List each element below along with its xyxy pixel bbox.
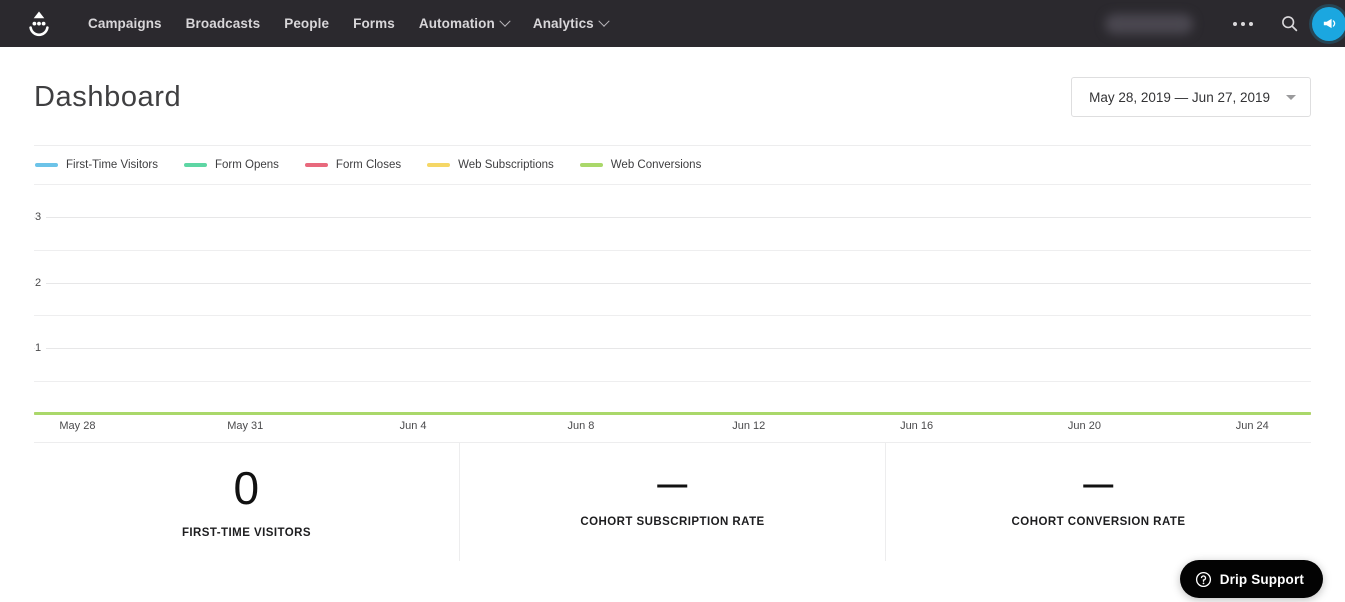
ellipsis-icon xyxy=(1249,21,1253,26)
chevron-down-icon xyxy=(1286,94,1296,100)
legend-item-web-conversions[interactable]: Web Conversions xyxy=(579,159,702,171)
legend-label: First-Time Visitors xyxy=(66,159,158,171)
stat-card-cohort-subscription-rate: — COHORT SUBSCRIPTION RATE xyxy=(460,443,886,561)
megaphone-icon xyxy=(1323,18,1335,29)
legend-swatch-icon xyxy=(579,163,603,167)
nav-label-analytics: Analytics xyxy=(532,16,594,31)
question-circle-icon xyxy=(1195,571,1211,587)
chart-y-tick-label: 3 xyxy=(35,210,47,223)
drip-support-button[interactable]: Drip Support xyxy=(1179,560,1323,598)
date-range-picker[interactable]: May 28, 2019 — Jun 27, 2019 xyxy=(1071,77,1311,117)
analytics-chart-card: First-Time Visitors Form Opens Form Closes… xyxy=(34,145,1311,443)
nav-label-people: People xyxy=(284,16,330,31)
chart-x-tick-label: Jun 20 xyxy=(1067,420,1101,432)
chart-x-tick-label: Jun 8 xyxy=(567,420,595,432)
search-button[interactable] xyxy=(1267,15,1312,32)
more-options-button[interactable] xyxy=(1219,21,1267,26)
stat-label: COHORT SUBSCRIPTION RATE xyxy=(580,516,765,528)
chart-y-tick-label: 2 xyxy=(35,276,47,289)
legend-swatch-icon xyxy=(184,163,207,167)
legend-swatch-icon xyxy=(35,163,58,167)
drip-support-label: Drip Support xyxy=(1219,571,1304,587)
legend-label: Web Conversions xyxy=(610,159,702,171)
page-header: Dashboard May 28, 2019 — Jun 27, 2019 xyxy=(0,47,1345,125)
account-name-redacted[interactable] xyxy=(1105,13,1193,34)
nav-label-broadcasts: Broadcasts xyxy=(185,16,261,31)
nav-label-automation: Automation xyxy=(418,16,495,31)
ellipsis-icon xyxy=(1233,21,1237,26)
chart-gridline xyxy=(34,216,1311,218)
legend-swatch-icon xyxy=(304,163,328,167)
chart-gridline xyxy=(34,381,1311,383)
legend-item-form-opens[interactable]: Form Opens xyxy=(184,159,279,171)
nav-item-broadcasts[interactable]: Broadcasts xyxy=(174,0,273,47)
chart-y-tick-label: 1 xyxy=(35,342,47,355)
chart-x-tick-label: Jun 12 xyxy=(732,420,766,432)
nav-item-campaigns[interactable]: Campaigns xyxy=(76,0,174,47)
stat-card-cohort-conversion-rate: — COHORT CONVERSION RATE xyxy=(886,443,1311,561)
legend-label: Form Closes xyxy=(335,159,402,171)
nav-item-forms[interactable]: Forms xyxy=(341,0,407,47)
legend-label: Form Opens xyxy=(215,159,279,171)
nav-label-campaigns: Campaigns xyxy=(88,16,162,31)
page-title: Dashboard xyxy=(34,80,182,113)
nav-item-analytics[interactable]: Analytics xyxy=(521,0,620,47)
chart-gridline xyxy=(34,348,1311,350)
chart-x-tick-label: May 28 xyxy=(59,420,96,432)
chart-plot-wrapper: 1 2 3 May 28 May 31 Jun 4 Jun 8 Jun 12 Jun 16 Ju… xyxy=(34,184,1311,442)
stat-value: — xyxy=(1083,468,1114,501)
stat-value: — xyxy=(657,468,688,501)
nav-item-automation[interactable]: Automation xyxy=(407,0,521,47)
search-icon xyxy=(1282,16,1298,32)
chart-gridline xyxy=(34,249,1311,251)
date-range-label: May 28, 2019 — Jun 27, 2019 xyxy=(1089,89,1270,105)
chart-legend: First-Time Visitors Form Opens Form Closes… xyxy=(34,146,1311,184)
nav-label-forms: Forms xyxy=(353,16,395,31)
chart-gridline xyxy=(34,282,1311,284)
chart-gridline xyxy=(34,315,1311,317)
stat-card-first-time-visitors: 0 FIRST-TIME VISITORS xyxy=(34,443,460,561)
navbar-right-group xyxy=(1105,0,1345,47)
legend-item-form-closes[interactable]: Form Closes xyxy=(304,159,402,171)
chart-x-tick-label: May 31 xyxy=(227,420,264,432)
chevron-down-icon xyxy=(499,15,511,27)
chart-gridline xyxy=(34,184,1311,185)
nav-links: Campaigns Broadcasts People Forms Automa… xyxy=(76,0,620,47)
legend-swatch-icon xyxy=(427,163,451,167)
chart-x-axis: May 28 May 31 Jun 4 Jun 8 Jun 12 Jun 16 Jun 20… xyxy=(34,416,1311,442)
chart-x-tick-label: Jun 4 xyxy=(399,420,427,432)
ellipsis-icon xyxy=(1241,21,1245,26)
legend-label: Web Subscriptions xyxy=(458,159,554,171)
summary-stats-row: 0 FIRST-TIME VISITORS — COHORT SUBSCRIPTION… xyxy=(34,443,1311,561)
stat-value: 0 xyxy=(233,462,260,514)
stat-label: COHORT CONVERSION RATE xyxy=(1011,516,1186,528)
legend-item-first-time-visitors[interactable]: First-Time Visitors xyxy=(35,159,158,171)
chart-series-line-web-conversions xyxy=(34,412,1311,415)
chart-x-tick-label: Jun 24 xyxy=(1235,420,1269,432)
nav-item-people[interactable]: People xyxy=(272,0,341,47)
chart-plot-area: 1 2 3 xyxy=(34,184,1311,415)
stat-label: FIRST-TIME VISITORS xyxy=(181,527,312,539)
top-navbar: Campaigns Broadcasts People Forms Automa… xyxy=(0,0,1345,47)
legend-item-web-subscriptions[interactable]: Web Subscriptions xyxy=(427,159,554,171)
announcements-button[interactable] xyxy=(1312,6,1345,41)
chevron-down-icon xyxy=(598,15,610,27)
drip-logo-icon[interactable] xyxy=(24,9,54,39)
chart-x-tick-label: Jun 16 xyxy=(900,420,934,432)
